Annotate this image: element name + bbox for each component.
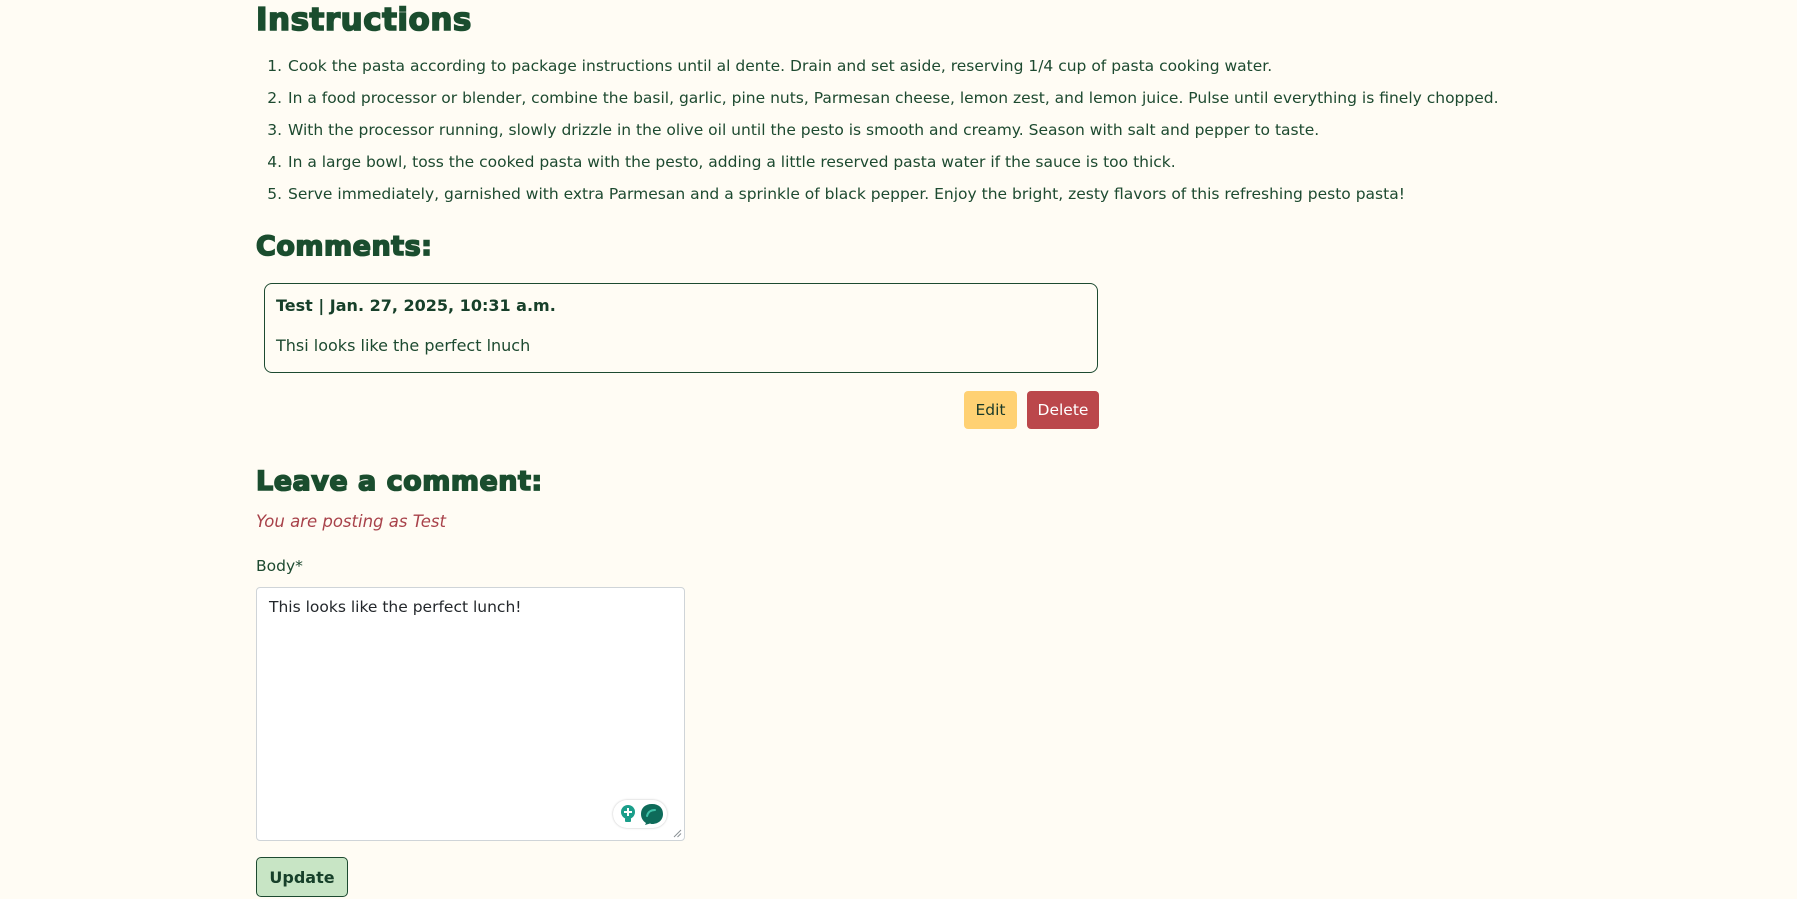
leave-comment-heading: Leave a comment:: [255, 465, 543, 498]
comment-body-value: This looks like the perfect lunch!: [269, 598, 522, 616]
update-comment-button[interactable]: Update: [256, 857, 348, 897]
recipe-page: Instructions Cook the pasta according to…: [0, 0, 1797, 899]
instructions-heading: Instructions: [255, 1, 472, 39]
instruction-step: In a large bowl, toss the cooked pasta w…: [287, 146, 1499, 178]
instruction-step: With the processor running, slowly drizz…: [287, 114, 1499, 146]
resize-handle-icon[interactable]: [673, 829, 682, 838]
posting-as-notice: You are posting as Test: [256, 512, 446, 531]
comment-author-date: Test | Jan. 27, 2025, 10:31 a.m.: [276, 296, 556, 315]
comment-card: Test | Jan. 27, 2025, 10:31 a.m. Thsi lo…: [264, 283, 1098, 373]
writing-assistant-widget[interactable]: [613, 800, 667, 828]
comments-heading: Comments:: [255, 230, 433, 263]
instruction-step: In a food processor or blender, combine …: [287, 82, 1499, 114]
comment-body-textarea[interactable]: This looks like the perfect lunch!: [256, 587, 685, 841]
edit-comment-button[interactable]: Edit: [964, 391, 1017, 429]
instructions-list: Cook the pasta according to package inst…: [256, 50, 1499, 210]
lightbulb-plus-icon[interactable]: [617, 803, 639, 825]
comment-body: Thsi looks like the perfect lnuch: [276, 336, 531, 355]
body-field-label: Body*: [256, 557, 303, 575]
speech-bubble-icon[interactable]: [640, 803, 664, 825]
delete-comment-button[interactable]: Delete: [1027, 391, 1099, 429]
instruction-step: Serve immediately, garnished with extra …: [287, 178, 1499, 210]
instruction-step: Cook the pasta according to package inst…: [287, 50, 1499, 82]
